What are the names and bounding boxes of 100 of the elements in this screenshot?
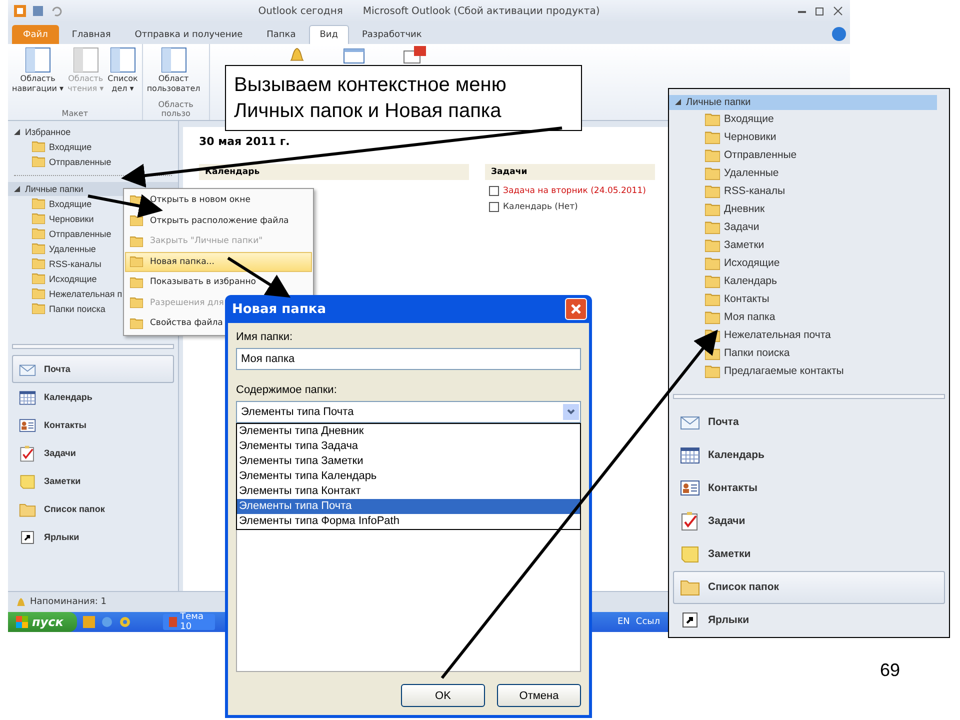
folder-item[interactable]: Заметки	[669, 236, 937, 254]
pane-layout-icon	[24, 46, 51, 74]
nav-button[interactable]: Ярлыки	[12, 523, 174, 551]
restore-icon[interactable]	[814, 6, 826, 16]
folder-icon	[705, 148, 720, 162]
nav-button[interactable]: Календарь	[673, 438, 945, 472]
task-clipboard-icon	[680, 510, 700, 531]
folder-icon	[32, 303, 45, 314]
folder-icon	[130, 297, 143, 308]
nav-button[interactable]: Заметки	[673, 538, 945, 571]
checkbox[interactable]	[489, 202, 499, 212]
nav-button[interactable]: Календарь	[12, 383, 174, 411]
folder-type-dropdown[interactable]: Элементы типа Почта	[236, 401, 581, 423]
folder-icon	[705, 292, 720, 306]
folder-item[interactable]: Исходящие	[669, 254, 937, 272]
ribbon-tab[interactable]: Вид	[308, 25, 349, 44]
taskbar-button[interactable]: Тема 10	[163, 614, 216, 630]
folder-icon	[705, 130, 720, 144]
nav-button[interactable]: Почта	[673, 404, 945, 438]
folder-icon	[705, 256, 720, 270]
ribbon-button[interactable]: Список дел ▾	[108, 46, 138, 109]
contact-card-icon	[680, 478, 700, 498]
folder-item[interactable]: Моя папка	[669, 308, 937, 326]
folder-icon	[130, 318, 143, 329]
nav-button[interactable]: Контакты	[12, 411, 174, 439]
field-label: Имя папки:	[236, 331, 294, 343]
folder-item[interactable]: Отправленные	[8, 154, 178, 169]
folder-icon	[32, 198, 45, 209]
expand-icon[interactable]	[675, 99, 682, 106]
close-icon	[571, 304, 581, 314]
folder-icon	[130, 256, 143, 268]
dropdown-option[interactable]: Элементы типа Почта	[237, 499, 580, 514]
folder-item[interactable]: Предлагаемые контакты	[669, 362, 937, 380]
dialog-title: Новая папка	[232, 302, 326, 316]
folder-icon	[130, 215, 143, 226]
ok-button[interactable]: OK	[401, 684, 485, 707]
expand-icon[interactable]	[14, 186, 21, 192]
ribbon-button[interactable]: Область навигации ▾	[12, 46, 64, 109]
close-button[interactable]	[565, 298, 587, 320]
nav-button[interactable]: Контакты	[673, 471, 945, 504]
checkbox[interactable]	[489, 186, 499, 196]
window-title: Microsoft Outlook (Сбой активации продукта)	[362, 6, 600, 16]
task-item[interactable]: Задача на вторник (24.05.2011)	[489, 186, 655, 196]
folder-item[interactable]: Входящие	[8, 139, 178, 154]
folder-icon	[32, 288, 45, 299]
app-icon	[14, 5, 26, 17]
folder-item[interactable]: Черновики	[669, 128, 937, 146]
folder-item[interactable]: Календарь	[669, 272, 937, 290]
cancel-button[interactable]: Отмена	[497, 684, 581, 707]
close-window-icon[interactable]	[402, 45, 428, 65]
pane-layout-icon	[160, 46, 187, 74]
folder-item[interactable]: Входящие	[669, 110, 937, 128]
task-item[interactable]: Календарь (Нет)	[489, 202, 655, 212]
folder-icon	[32, 258, 45, 269]
nav-button[interactable]: Задачи	[12, 439, 174, 467]
tray-label: Ссыл	[636, 617, 660, 627]
ribbon-tab[interactable]: Главная	[60, 25, 122, 44]
folder-name-field[interactable]: Моя папка	[236, 348, 581, 370]
nav-button[interactable]: Задачи	[673, 504, 945, 538]
ribbon-tab[interactable]: Разработчик	[350, 25, 433, 44]
section-header: Задачи	[485, 164, 655, 180]
folder-icon	[705, 274, 720, 288]
ribbon-button[interactable]: Област пользовател	[146, 46, 200, 100]
folder-item[interactable]: Нежелательная почта	[669, 326, 937, 344]
shortcut-icon	[19, 528, 36, 546]
ribbon-group-label: Область пользо	[157, 100, 194, 120]
folder-item[interactable]: Контакты	[669, 290, 937, 308]
folder-icon	[32, 156, 45, 167]
undo-icon[interactable]	[50, 5, 62, 17]
folder-group-header[interactable]: Избранное	[8, 125, 178, 139]
save-icon[interactable]	[32, 5, 44, 17]
folder-icon	[705, 364, 720, 378]
close-icon[interactable]	[832, 6, 844, 16]
folder-item[interactable]: Дневник	[669, 200, 937, 218]
folder-icon	[32, 141, 45, 152]
folder-group-header[interactable]: Личные папки	[669, 95, 937, 110]
folder-item[interactable]: Удаленные	[669, 164, 937, 182]
slide-icon	[169, 617, 178, 627]
nav-button[interactable]: Список папок	[12, 495, 174, 523]
folder-item[interactable]: Отправленные	[669, 146, 937, 164]
folder-item[interactable]: RSS-каналы	[669, 182, 937, 200]
ribbon-tab[interactable]: Папка	[256, 25, 307, 44]
menu-item[interactable]: Новая папка...	[125, 252, 312, 272]
menu-item[interactable]: Показывать в избранно	[125, 272, 312, 292]
menu-item[interactable]: Открыть расположение файла	[125, 210, 312, 231]
nav-button[interactable]: Ярлыки	[673, 604, 945, 638]
ribbon-tab[interactable]: Отправка и получение	[124, 25, 254, 44]
pane-layout-icon	[110, 46, 136, 74]
section-header: Календарь	[199, 164, 469, 180]
nav-button[interactable]: Заметки	[12, 467, 174, 495]
folder-icon	[32, 273, 45, 284]
contact-card-icon	[19, 416, 36, 434]
folder-item[interactable]: Задачи	[669, 218, 937, 236]
folder-item[interactable]: Папки поиска	[669, 344, 937, 362]
nav-button[interactable]: Почта	[12, 355, 174, 383]
expand-icon[interactable]	[14, 128, 21, 136]
nav-button[interactable]: Список папок	[673, 570, 945, 604]
chevron-down-icon	[567, 409, 575, 415]
folder-icon	[705, 238, 720, 252]
window-title: Outlook сегодня	[258, 6, 343, 16]
